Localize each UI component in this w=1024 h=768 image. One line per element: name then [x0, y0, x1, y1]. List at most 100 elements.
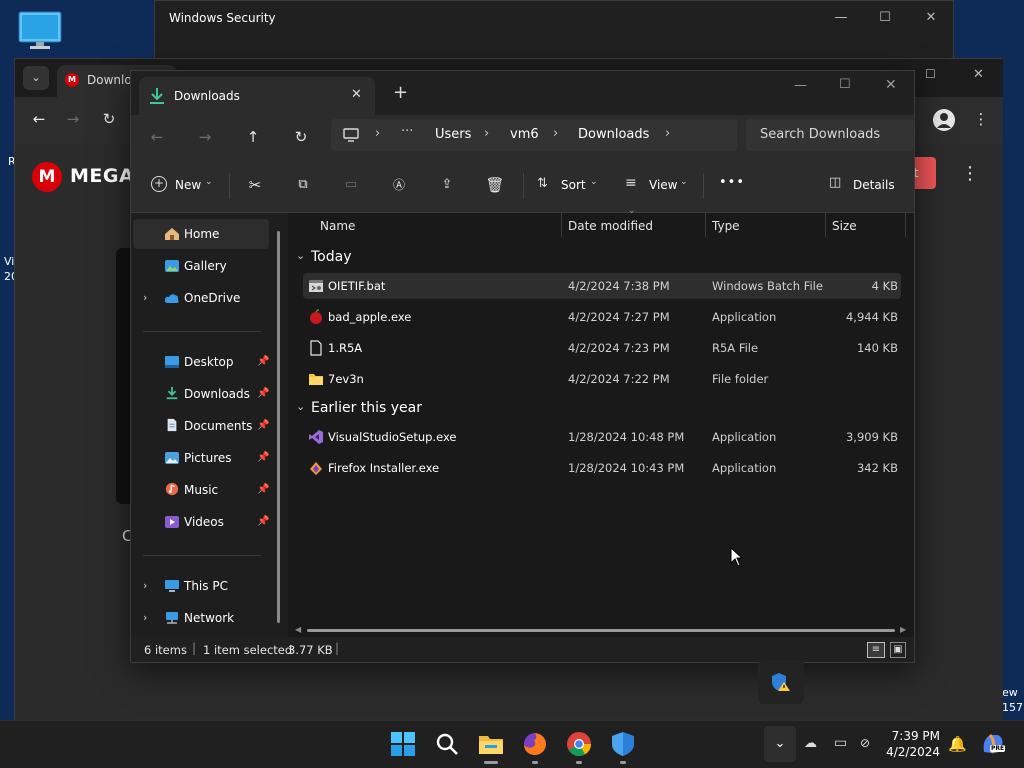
toolbar-divider [229, 173, 230, 199]
mouse-cursor-icon [730, 547, 744, 567]
column-header-type[interactable]: Type [712, 219, 740, 233]
minimize-icon[interactable]: — [794, 78, 807, 93]
taskbar [0, 720, 1024, 768]
file-explorer-icon[interactable] [478, 731, 504, 757]
firefox-installer-icon [310, 462, 322, 475]
reload-icon[interactable]: ↻ [95, 105, 123, 133]
mega-brand-text: MEGA [70, 165, 135, 187]
view-button[interactable]: View [649, 178, 677, 192]
cut-icon[interactable]: ✂ [241, 171, 269, 199]
chrome-icon[interactable] [566, 731, 592, 757]
close-icon[interactable]: ✕ [973, 67, 984, 82]
collapse-chevron-icon[interactable]: ⌄ [296, 400, 305, 413]
browser-menu-icon[interactable]: ⋮ [967, 105, 995, 133]
close-icon[interactable]: ✕ [911, 7, 951, 29]
firefox-icon[interactable] [522, 731, 548, 757]
address-breadcrumb[interactable]: › ··· Users › vm6 › Downloads › [331, 119, 737, 151]
copilot-icon[interactable]: PRE [980, 732, 1006, 756]
monitor-icon [343, 128, 359, 142]
details-view-icon[interactable]: ≡ [867, 642, 885, 658]
explorer-tab[interactable]: Downloads ✕ [139, 77, 375, 115]
more-options-button[interactable]: ••• [719, 175, 745, 190]
this-pc-desktop-icon[interactable] [18, 10, 62, 50]
windows-security-icon[interactable] [610, 731, 636, 757]
forward-arrow-icon[interactable]: → [59, 105, 87, 133]
maximize-icon[interactable]: ☐ [865, 7, 905, 29]
column-header-date[interactable]: Date modified [568, 219, 653, 233]
collapse-chevron-icon[interactable]: ⌄ [296, 249, 305, 262]
status-item-count: 6 items [144, 643, 187, 657]
minimize-icon[interactable]: — [821, 7, 861, 29]
scroll-right-icon[interactable]: ▶ [900, 625, 906, 634]
shield-warning-icon [772, 673, 790, 691]
column-header-name[interactable]: Name [320, 219, 355, 233]
nav-label-pictures: Pictures [184, 451, 232, 465]
mega-logo-icon[interactable]: M [32, 162, 62, 192]
group-header-earlier[interactable]: Earlier this year [311, 400, 422, 416]
pin-icon[interactable]: 📌 [257, 484, 269, 495]
forward-arrow-icon[interactable]: → [191, 123, 219, 151]
search-input[interactable]: Search Downloads [746, 119, 914, 151]
scroll-left-icon[interactable]: ◀ [295, 625, 301, 634]
share-icon[interactable]: ⇪ [433, 171, 461, 199]
breadcrumb-downloads[interactable]: Downloads [578, 127, 649, 142]
pin-icon[interactable]: 📌 [257, 420, 269, 431]
close-tab-icon[interactable]: ✕ [351, 87, 362, 102]
details-button[interactable]: Details [853, 178, 895, 192]
onedrive-offline-icon[interactable]: ☁ [804, 736, 817, 751]
new-tab-button[interactable]: + [393, 82, 408, 103]
clock-time[interactable]: 7:39 PM [880, 729, 940, 743]
column-divider[interactable] [905, 213, 906, 237]
sort-button[interactable]: Sort [561, 178, 586, 192]
generic-file-icon [310, 340, 322, 356]
search-icon[interactable] [434, 731, 460, 757]
close-icon[interactable]: ✕ [885, 77, 897, 93]
tab-search-chevron-icon[interactable]: ⌄ [23, 66, 49, 90]
maximize-icon[interactable]: ☐ [925, 67, 936, 81]
running-indicator [484, 761, 498, 764]
security-notification[interactable] [758, 660, 804, 704]
file-type: Application [712, 430, 777, 444]
mega-side-panel [116, 248, 130, 504]
nav-label-this-pc: This PC [184, 579, 228, 593]
paste-icon[interactable]: ▭ [337, 171, 365, 199]
breadcrumb-users[interactable]: Users [435, 127, 471, 142]
file-date: 1/28/2024 10:43 PM [568, 461, 685, 475]
volume-muted-icon[interactable]: ⊘ [860, 736, 870, 750]
view-list-icon: ≡ [625, 175, 637, 191]
file-size: 342 KB [856, 461, 898, 475]
network-icon[interactable]: ▭ [834, 735, 847, 751]
delete-icon[interactable]: 🗑 [481, 171, 509, 199]
desktop-label-fragment: Vi [4, 255, 15, 268]
copy-icon[interactable]: ⧉ [289, 171, 317, 199]
column-divider[interactable] [825, 213, 826, 237]
column-header-size[interactable]: Size [832, 219, 857, 233]
pin-icon[interactable]: 📌 [257, 356, 269, 367]
chevron-right-icon: › [375, 126, 381, 141]
notification-bell-icon[interactable]: 🔔 [948, 735, 967, 753]
new-button[interactable]: New [175, 178, 201, 192]
windows-start-icon[interactable] [390, 731, 416, 757]
pin-icon[interactable]: 📌 [257, 388, 269, 399]
horizontal-scrollbar[interactable] [307, 629, 895, 632]
clock-date[interactable]: 4/2/2024 [880, 745, 940, 759]
back-arrow-icon[interactable]: ← [143, 123, 171, 151]
nav-scrollbar[interactable] [277, 231, 280, 623]
refresh-icon[interactable]: ↻ [287, 123, 315, 151]
column-divider[interactable] [561, 213, 562, 237]
profile-avatar-icon[interactable] [933, 109, 955, 131]
group-header-today[interactable]: Today [311, 249, 352, 265]
up-arrow-icon[interactable]: ↑ [239, 123, 267, 151]
rename-icon[interactable]: Ⓐ [385, 171, 413, 199]
more-locations-icon[interactable]: ··· [401, 124, 413, 139]
breadcrumb-vm6[interactable]: vm6 [510, 127, 539, 142]
mega-menu-icon[interactable]: ⋮ [956, 160, 984, 188]
tray-overflow-chevron-icon[interactable]: ⌄ [764, 726, 796, 762]
pin-icon[interactable]: 📌 [257, 452, 269, 463]
back-arrow-icon[interactable]: ← [25, 105, 53, 133]
column-divider[interactable] [705, 213, 706, 237]
pin-icon[interactable]: 📌 [257, 516, 269, 527]
maximize-icon[interactable]: ☐ [839, 77, 851, 92]
videos-icon [165, 516, 179, 528]
tiles-view-icon[interactable]: ▣ [890, 642, 906, 658]
